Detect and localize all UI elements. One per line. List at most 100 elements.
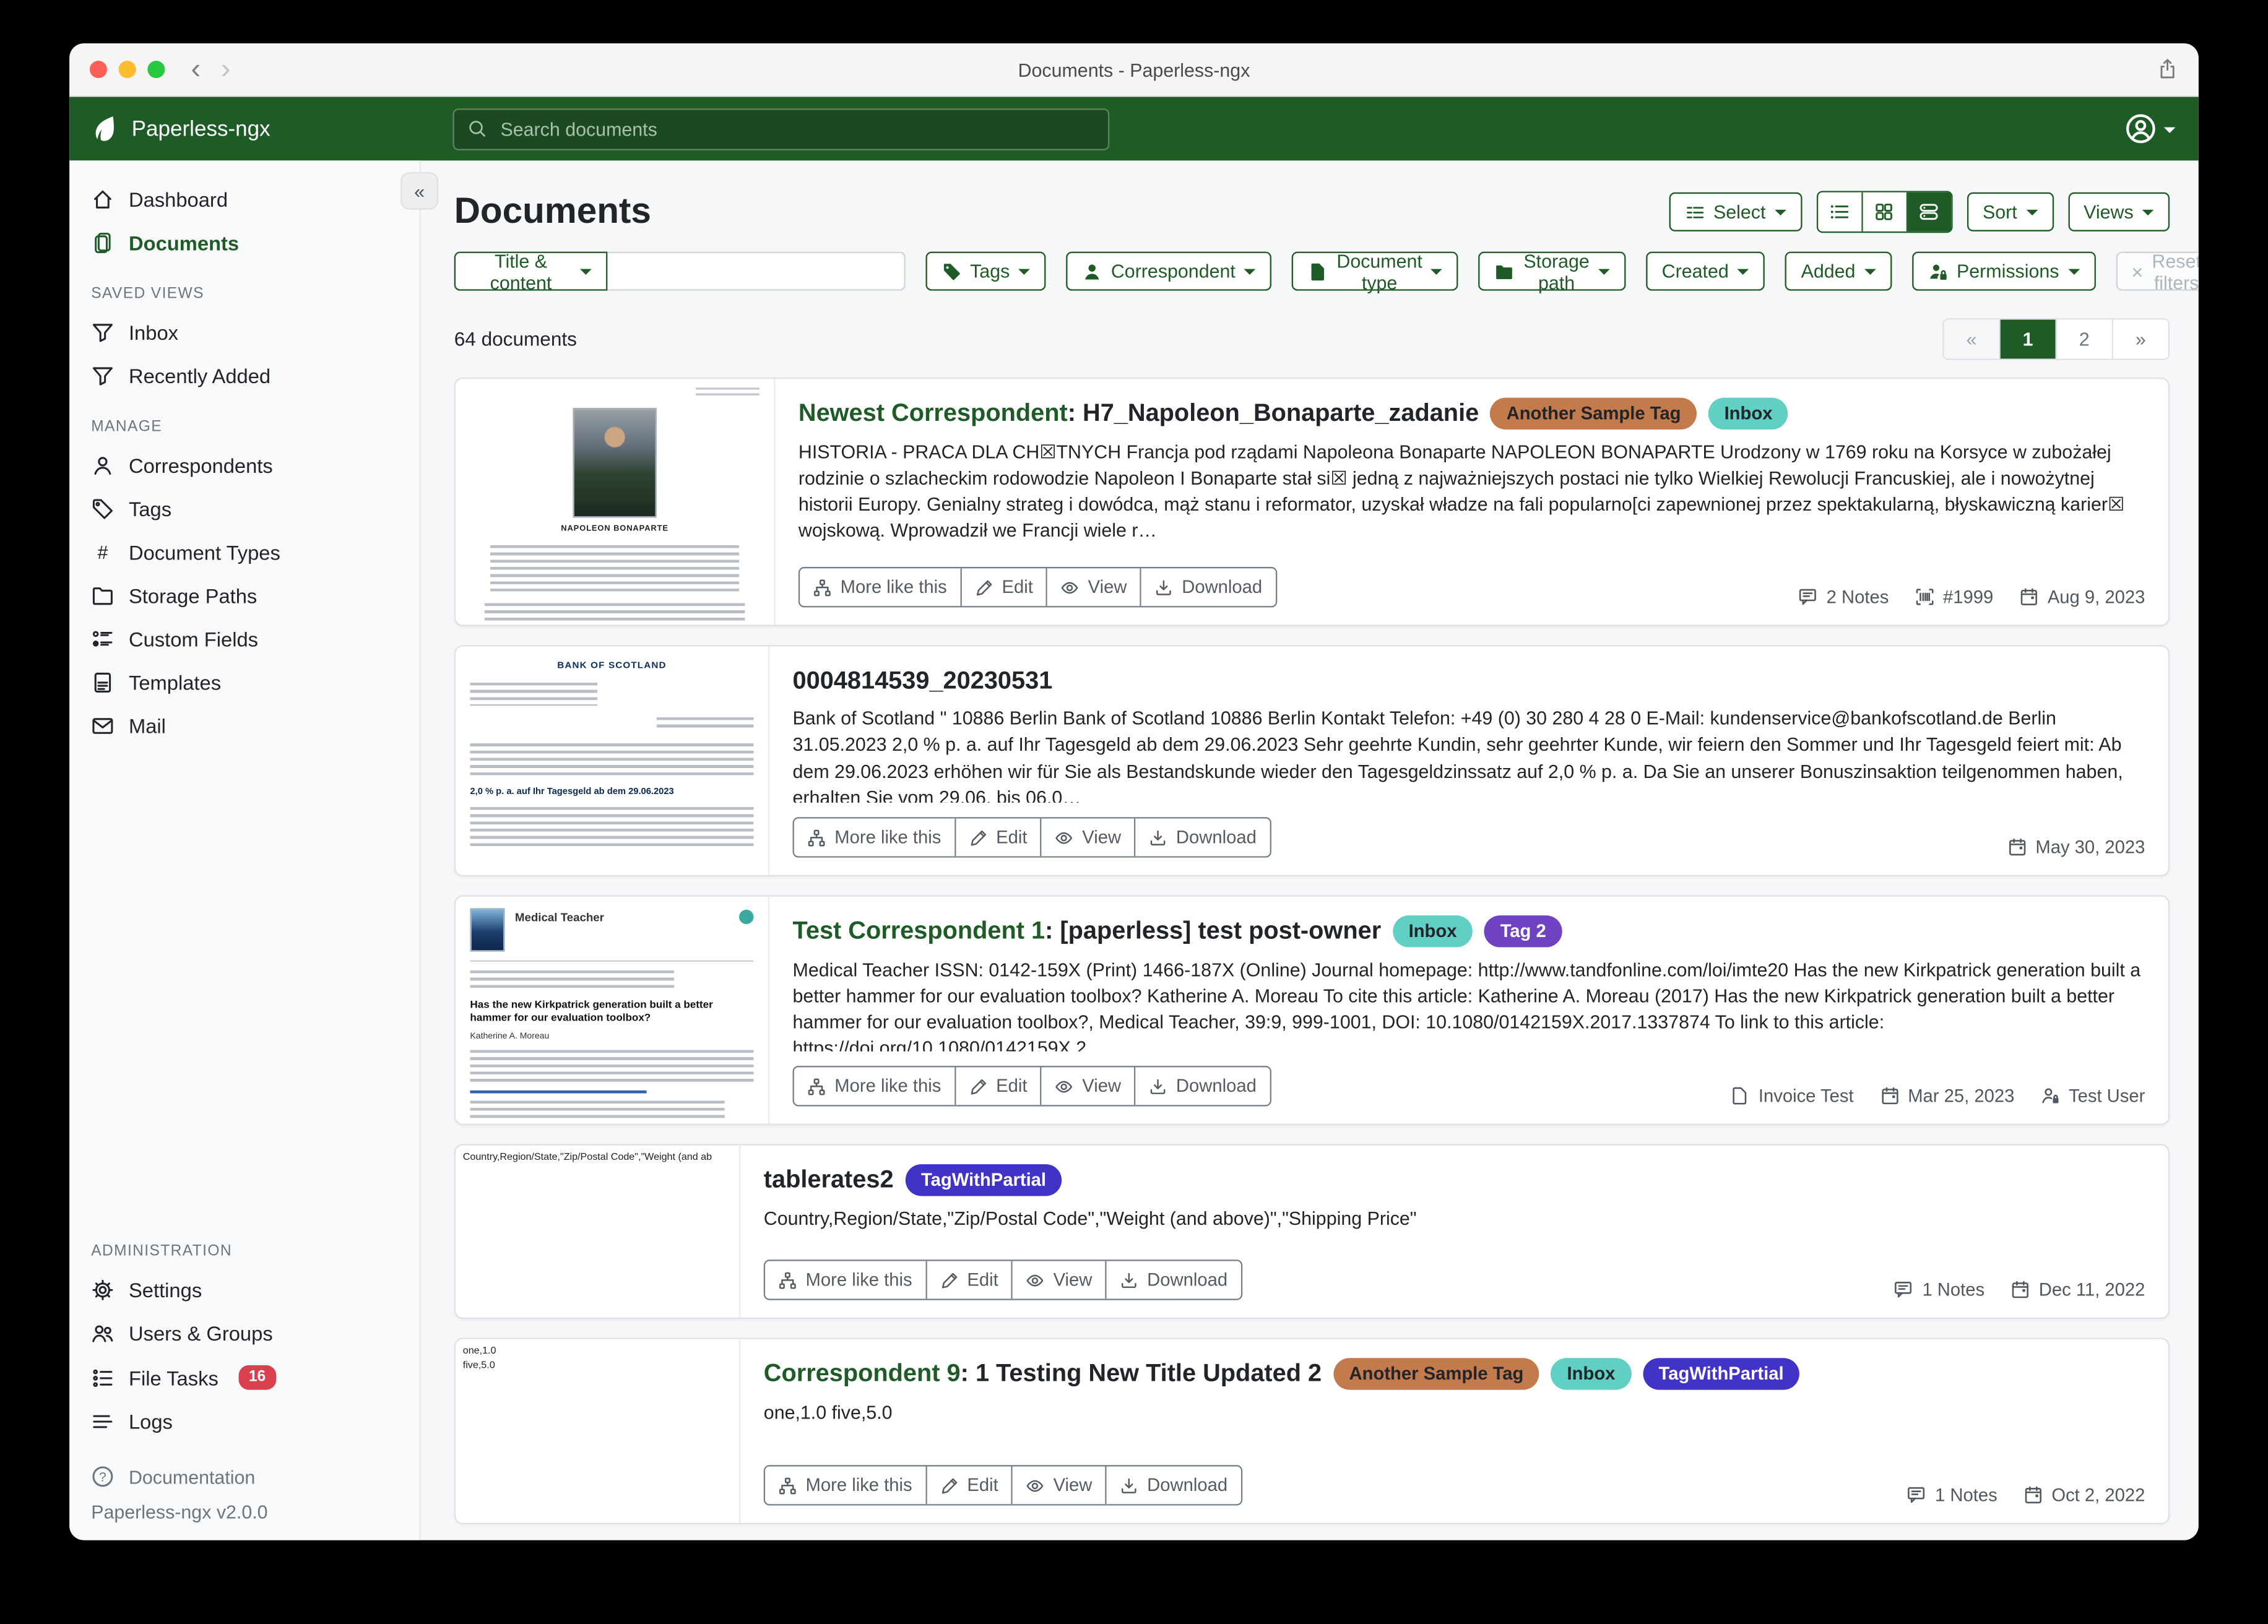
sort-button[interactable]: Sort (1967, 192, 2053, 231)
person-lock-icon (1928, 261, 1948, 282)
pagination-next[interactable]: » (2113, 319, 2168, 358)
tag-pill[interactable]: Inbox (1551, 1358, 1631, 1389)
tag-pill[interactable]: Another Sample Tag (1491, 398, 1697, 429)
sidebar-item-custom-fields[interactable]: Custom Fields (69, 618, 419, 661)
tag-pill[interactable]: Inbox (1393, 915, 1473, 946)
download-button[interactable]: Download (1135, 1068, 1269, 1105)
tag-pill[interactable]: Tag 2 (1484, 915, 1562, 946)
correspondent-link[interactable]: Correspondent 9 (764, 1360, 961, 1387)
tag-pill[interactable]: Another Sample Tag (1333, 1358, 1539, 1389)
gear-icon (91, 1279, 114, 1302)
search-field-selector[interactable]: Title & content (454, 252, 608, 291)
date-indicator: Aug 9, 2023 (2019, 587, 2145, 608)
sidebar-item-inbox[interactable]: Inbox (69, 311, 419, 354)
download-button[interactable]: Download (1135, 819, 1269, 857)
more-like-this-button[interactable]: More like this (800, 568, 961, 606)
document-thumbnail[interactable]: BANK OF SCOTLAND 2,0 % p. a. auf Ihr Tag… (456, 647, 769, 875)
edit-button[interactable]: Edit (956, 1068, 1042, 1105)
reset-filters-button[interactable]: × Reset filters (2116, 252, 2199, 291)
edit-button[interactable]: Edit (956, 819, 1042, 857)
view-mode-detail-button[interactable] (1907, 192, 1950, 231)
download-button[interactable]: Download (1107, 1261, 1240, 1299)
calendar-icon (1880, 1086, 1900, 1106)
chevron-down-icon (2164, 126, 2176, 132)
sidebar-item-templates[interactable]: Templates (69, 661, 419, 704)
minimize-window-button[interactable] (119, 61, 136, 78)
more-like-this-button[interactable]: More like this (794, 819, 956, 857)
back-icon[interactable]: ‹ (191, 55, 201, 84)
forward-icon[interactable]: › (221, 55, 231, 84)
tag-pill[interactable]: TagWithPartial (1643, 1358, 1799, 1389)
filter-added-button[interactable]: Added (1785, 252, 1892, 291)
select-button[interactable]: Select (1669, 192, 1802, 231)
views-button[interactable]: Views (2067, 192, 2170, 231)
folder-filled-icon (1495, 261, 1515, 282)
pagination-page-2[interactable]: 2 (2057, 319, 2113, 358)
sidebar-item-settings[interactable]: Settings (69, 1269, 419, 1312)
document-title[interactable]: 0004814539_20230531 (793, 665, 1053, 696)
notes-indicator[interactable]: 2 Notes (1798, 587, 1889, 608)
view-mode-list-button[interactable] (1818, 192, 1863, 231)
search-input[interactable] (498, 116, 1095, 141)
close-window-button[interactable] (90, 61, 107, 78)
sidebar-item-recently-added[interactable]: Recently Added (69, 354, 419, 397)
filter-storage-path-button[interactable]: Storage path (1479, 252, 1625, 291)
collapse-sidebar-button[interactable]: « (400, 172, 438, 210)
pagination-page-1[interactable]: 1 (2001, 319, 2057, 358)
document-title[interactable]: Test Correspondent 1: [paperless] test p… (793, 915, 1382, 946)
document-title[interactable]: Newest Correspondent: H7_Napoleon_Bonapa… (799, 398, 1479, 429)
download-button[interactable]: Download (1107, 1466, 1240, 1504)
edit-button[interactable]: Edit (927, 1466, 1013, 1504)
filter-correspondent-button[interactable]: Correspondent (1066, 252, 1271, 291)
sidebar-item-mail[interactable]: Mail (69, 704, 419, 748)
document-thumbnail[interactable]: one,1.0 five,5.0 (456, 1339, 740, 1523)
document-title[interactable]: Correspondent 9: 1 Testing New Title Upd… (764, 1358, 1322, 1389)
more-like-this-button[interactable]: More like this (765, 1261, 927, 1299)
view-button[interactable]: View (1042, 1068, 1136, 1105)
sidebar-item-logs[interactable]: Logs (69, 1400, 419, 1443)
app-brand[interactable]: Paperless-ngx (90, 114, 271, 144)
document-thumbnail[interactable]: Country,Region/State,"Zip/Postal Code","… (456, 1146, 740, 1318)
view-button[interactable]: View (1042, 819, 1136, 857)
pagination-prev[interactable]: « (1944, 319, 2001, 358)
document-thumbnail[interactable]: Medical Teacher Has the new Kirkpatrick … (456, 897, 769, 1124)
filter-text-input[interactable] (608, 252, 905, 291)
notes-indicator[interactable]: 1 Notes (1894, 1280, 1984, 1300)
correspondent-link[interactable]: Test Correspondent 1 (793, 917, 1045, 944)
edit-button[interactable]: Edit (927, 1261, 1013, 1299)
sidebar-item-documents[interactable]: Documents (69, 222, 419, 265)
pagination: « 1 2 » (1942, 318, 2170, 360)
chat-icon (1798, 587, 1818, 607)
more-like-this-button[interactable]: More like this (765, 1466, 927, 1504)
filter-created-button[interactable]: Created (1646, 252, 1765, 291)
edit-button[interactable]: Edit (961, 568, 1047, 606)
filter-tags-button[interactable]: Tags (925, 252, 1046, 291)
filter-document-type-button[interactable]: Document type (1292, 252, 1458, 291)
zoom-window-button[interactable] (147, 61, 165, 78)
user-menu[interactable] (2125, 113, 2176, 144)
global-search[interactable] (452, 108, 1109, 150)
more-like-this-button[interactable]: More like this (794, 1068, 956, 1105)
notes-indicator[interactable]: 1 Notes (1907, 1485, 1997, 1506)
sidebar-item-documentation[interactable]: Documentation (69, 1458, 419, 1495)
document-thumbnail[interactable]: NAPOLEON BONAPARTE (456, 379, 775, 624)
sidebar-item-correspondents[interactable]: Correspondents (69, 444, 419, 487)
sidebar-item-dashboard[interactable]: Dashboard (69, 178, 419, 221)
view-mode-grid-button[interactable] (1863, 192, 1907, 231)
document-actions: More like this Edit View Download (799, 567, 1277, 607)
view-button[interactable]: View (1047, 568, 1141, 606)
sidebar-item-storage-paths[interactable]: Storage Paths (69, 574, 419, 618)
download-button[interactable]: Download (1141, 568, 1275, 606)
view-button[interactable]: View (1013, 1466, 1107, 1504)
tag-pill[interactable]: TagWithPartial (905, 1164, 1062, 1195)
correspondent-link[interactable]: Newest Correspondent (799, 399, 1068, 426)
filter-permissions-button[interactable]: Permissions (1912, 252, 2095, 291)
sidebar-item-users-groups[interactable]: Users & Groups (69, 1312, 419, 1355)
tag-pill[interactable]: Inbox (1708, 398, 1788, 429)
sidebar-item-tags[interactable]: Tags (69, 487, 419, 530)
share-icon[interactable] (2157, 56, 2178, 81)
sidebar-item-file-tasks[interactable]: File Tasks 16 (69, 1355, 419, 1399)
document-title[interactable]: tablerates2 (764, 1164, 894, 1195)
sidebar-item-document-types[interactable]: Document Types (69, 531, 419, 574)
view-button[interactable]: View (1013, 1261, 1107, 1299)
